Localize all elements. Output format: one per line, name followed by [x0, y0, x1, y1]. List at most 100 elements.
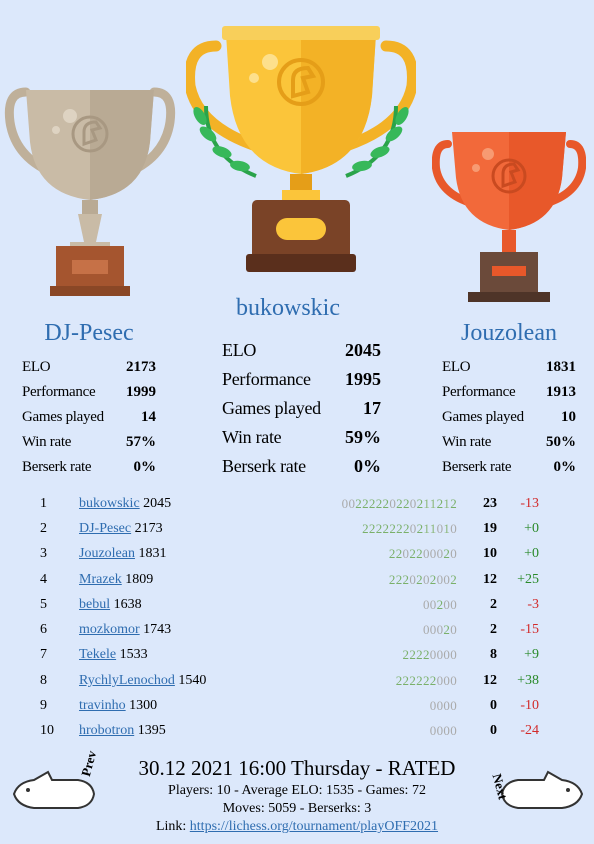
elo-value: 2173	[126, 359, 156, 375]
game-result: 0	[422, 622, 430, 638]
player-cell: bukowskic 2045	[70, 491, 265, 516]
game-result: 0	[429, 596, 437, 612]
rank: 9	[40, 698, 47, 714]
score: 2	[490, 622, 497, 638]
rank: 8	[40, 672, 47, 688]
rank: 5	[40, 596, 47, 612]
second-place-name[interactable]: DJ-Pesec	[10, 320, 168, 347]
game-result: 2	[396, 520, 403, 536]
score: 12	[483, 672, 497, 688]
score: 2	[490, 596, 497, 612]
score: 0	[490, 698, 497, 714]
winrate-label: Win rate	[22, 434, 72, 450]
score: 12	[483, 571, 497, 587]
score: 10	[483, 546, 497, 562]
standings-row: 10 hrobotron 1395 0000 0 -24	[40, 719, 539, 744]
game-result: 0	[429, 647, 437, 663]
player-rating: 2173	[134, 520, 163, 536]
first-place-name[interactable]: bukowskic	[188, 295, 388, 322]
games-value: 17	[363, 398, 381, 418]
player-link[interactable]: hrobotron	[79, 723, 134, 738]
link-label: Link:	[155, 819, 190, 834]
winrate-label: Win rate	[222, 427, 282, 447]
standings-row: 4 Mrazek 1809 2220202002 12 +25	[40, 567, 539, 592]
player-link[interactable]: bukowskic	[79, 496, 140, 511]
player-rating: 1831	[138, 546, 167, 562]
game-result: 2	[450, 495, 457, 511]
rating-diff: +0	[524, 546, 539, 562]
berserk-label: Berserk rate	[22, 459, 92, 475]
player-link[interactable]: Mrazek	[79, 572, 122, 587]
player-rating: 1395	[137, 723, 166, 739]
rank: 4	[40, 571, 47, 587]
rating-diff: +38	[517, 672, 539, 688]
games-value: 10	[561, 409, 576, 425]
game-sequence: 22220000	[265, 643, 457, 668]
game-sequence: 00200	[265, 592, 457, 617]
score: 0	[490, 723, 497, 739]
next-button[interactable]: Next	[490, 768, 588, 814]
rating-diff: -24	[520, 723, 539, 739]
berserk-label: Berserk rate	[442, 459, 512, 475]
performance-value: 1995	[345, 369, 381, 389]
standings-row: 3 Jouzolean 1831 2202200020 10 +0	[40, 542, 539, 567]
game-result: 2	[362, 495, 369, 511]
game-sequence: 0000	[265, 719, 457, 744]
player-link[interactable]: mozkomor	[79, 622, 140, 637]
standings-row: 2 DJ-Pesec 2173 22222220211010 19 +0	[40, 516, 539, 541]
elo-value: 1831	[546, 359, 576, 375]
third-place-stats: ELO 1831 Performance 1913 Games played 10 W…	[442, 359, 576, 484]
rating-diff: +9	[524, 647, 539, 663]
game-result: 2	[416, 571, 423, 587]
game-result: 0	[450, 622, 457, 638]
rank: 3	[40, 546, 47, 562]
elo-label: ELO	[22, 359, 51, 375]
rank: 7	[40, 647, 47, 663]
player-rating: 2045	[143, 495, 172, 511]
game-sequence: 00020	[265, 617, 457, 642]
player-link[interactable]: Jouzolean	[79, 546, 135, 561]
player-link[interactable]: bebul	[79, 597, 110, 612]
standings-table: 1 bukowskic 2045 00222220220211212 23 -13 2 DJ…	[40, 491, 539, 744]
rank: 6	[40, 622, 47, 638]
game-result: 2	[429, 571, 437, 587]
game-result: 0	[450, 520, 457, 536]
game-result: 2	[396, 495, 403, 511]
third-place-name[interactable]: Jouzolean	[430, 320, 588, 347]
game-result: 2	[395, 672, 403, 688]
standings-row: 8 RychlyLenochod 1540 222222000 12 +38	[40, 668, 539, 693]
game-sequence: 222222000	[265, 668, 457, 693]
game-result: 0	[450, 647, 457, 663]
rank: 10	[40, 723, 54, 739]
game-result: 0	[450, 698, 457, 714]
player-cell: mozkomor 1743	[70, 617, 265, 642]
tournament-link[interactable]: https://lichess.org/tournament/playOFF20…	[190, 819, 438, 834]
rating-diff: -13	[520, 495, 539, 511]
games-label: Games played	[22, 409, 104, 425]
game-result: 2	[395, 571, 403, 587]
rating-diff: -10	[520, 698, 539, 714]
standings-row: 7 Tekele 1533 22220000 8 +9	[40, 643, 539, 668]
player-cell: hrobotron 1395	[70, 719, 265, 744]
berserk-value: 0%	[133, 459, 157, 475]
player-link[interactable]: travinho	[79, 698, 126, 713]
elo-value: 2045	[345, 340, 381, 360]
winrate-label: Win rate	[442, 434, 492, 450]
prev-button[interactable]: Prev	[8, 749, 100, 814]
player-link[interactable]: DJ-Pesec	[79, 521, 131, 536]
rank: 2	[40, 520, 47, 536]
game-result: 1	[429, 495, 437, 511]
winrate-value: 50%	[546, 434, 576, 450]
player-link[interactable]: Tekele	[79, 647, 116, 662]
game-result: 0	[422, 596, 430, 612]
games-label: Games played	[222, 398, 321, 418]
player-cell: Tekele 1533	[70, 643, 265, 668]
game-result: 2	[416, 546, 423, 562]
second-place-stats: ELO 2173 Performance 1999 Games played 14 W…	[22, 359, 156, 484]
game-sequence: 00222220220211212	[265, 491, 457, 516]
game-sequence: 22222220211010	[265, 516, 457, 541]
game-result: 2	[395, 546, 403, 562]
player-rating: 1638	[113, 596, 142, 612]
player-link[interactable]: RychlyLenochod	[79, 673, 175, 688]
game-result: 2	[450, 571, 457, 587]
